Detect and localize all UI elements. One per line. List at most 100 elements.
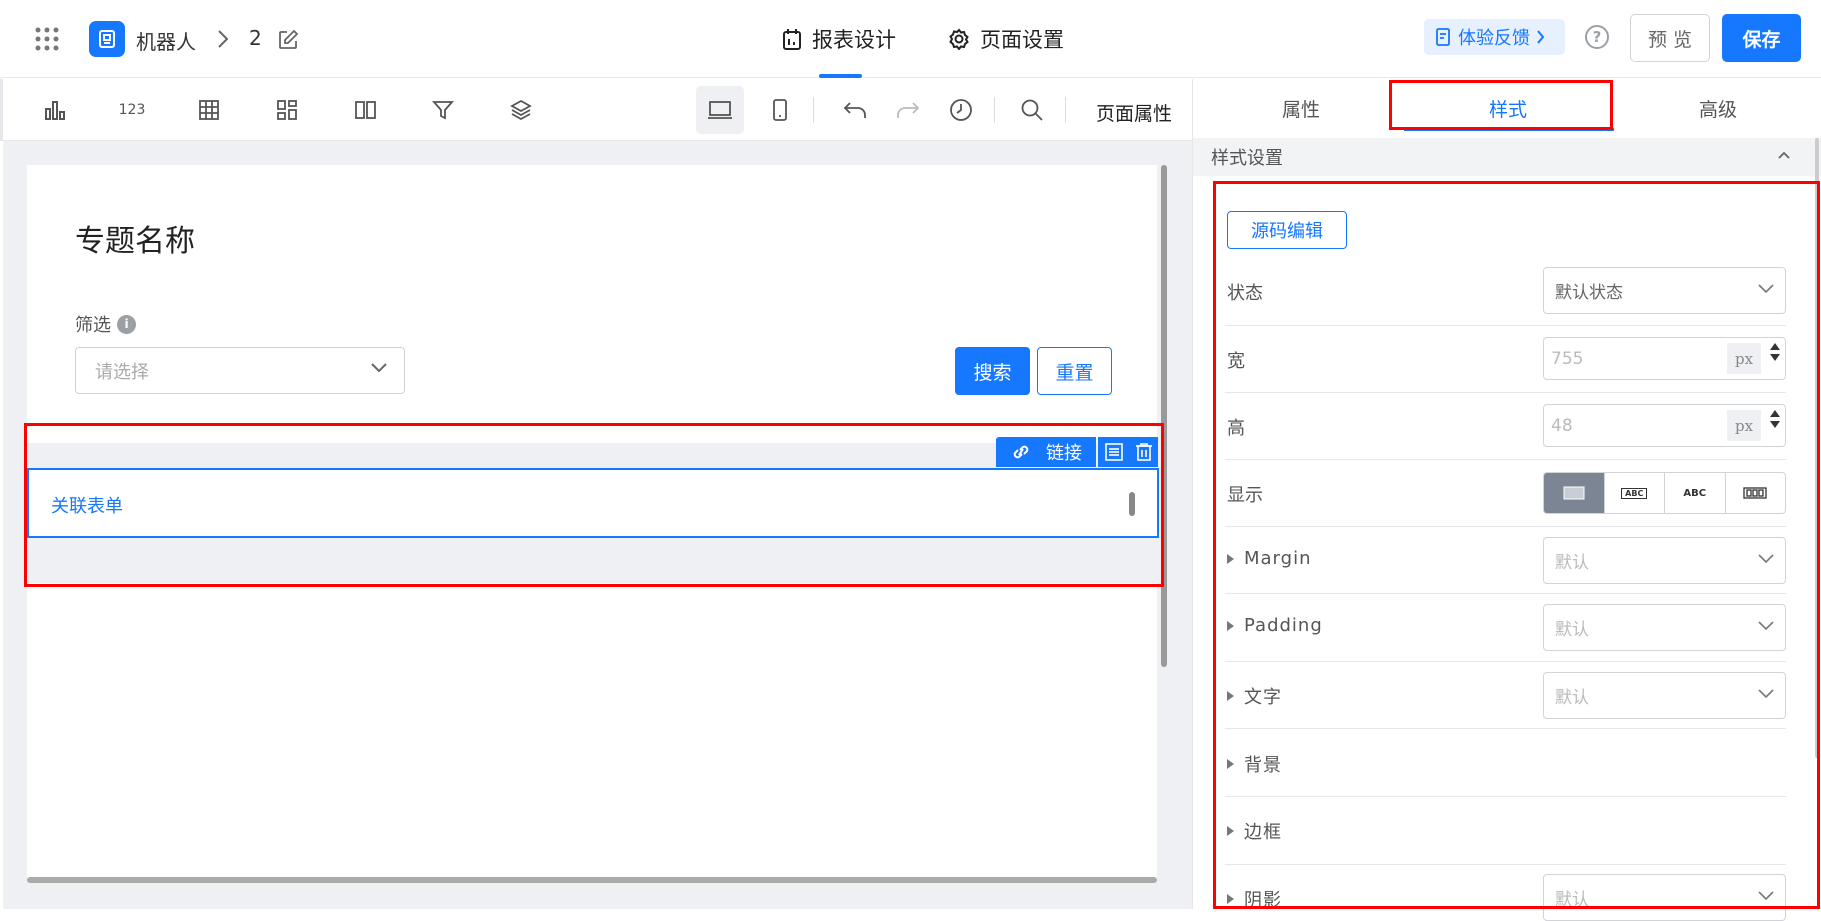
layers-icon[interactable]	[507, 96, 535, 124]
height-unit: px	[1727, 410, 1761, 441]
desktop-icon[interactable]	[706, 96, 734, 124]
tab-style[interactable]: 样式	[1489, 95, 1527, 122]
feedback-label: 体验反馈	[1458, 28, 1530, 49]
tab-report-design-label: 报表设计	[812, 28, 896, 52]
tab-page-settings[interactable]: 页面设置	[948, 24, 1064, 54]
height-input[interactable]: 48 px	[1543, 404, 1786, 447]
row-divider	[1225, 593, 1786, 594]
page-title[interactable]: 专题名称	[75, 216, 195, 260]
style-settings-header[interactable]: 样式设置	[1193, 138, 1821, 176]
row-divider	[1225, 526, 1786, 527]
text-select[interactable]: 默认	[1543, 672, 1786, 719]
row-divider	[1225, 796, 1786, 797]
status-value: 默认状态	[1555, 283, 1623, 303]
selected-component-associated-form[interactable]: 关联表单	[27, 468, 1159, 538]
border-label: 边框	[1244, 822, 1282, 843]
filter-select-placeholder: 请选择	[95, 361, 149, 383]
info-icon[interactable]: i	[117, 314, 136, 334]
shadow-row[interactable]: 阴影	[1227, 886, 1282, 912]
filter-icon[interactable]	[429, 96, 457, 124]
preview-button[interactable]: 预 览	[1630, 14, 1710, 62]
style-settings-title: 样式设置	[1211, 148, 1283, 169]
chevron-down-icon	[1757, 283, 1775, 295]
feedback-button[interactable]: 体验反馈	[1424, 19, 1565, 55]
report-design-icon	[782, 28, 802, 50]
canvas-vertical-scrollbar[interactable]	[1161, 165, 1167, 667]
padding-row[interactable]: Padding	[1227, 615, 1323, 636]
delete-icon[interactable]	[1135, 442, 1153, 462]
reset-button[interactable]: 重置	[1037, 347, 1112, 395]
expand-triangle-icon	[1227, 826, 1234, 836]
width-input[interactable]: 755 px	[1543, 337, 1786, 380]
copy-icon[interactable]	[1104, 442, 1124, 462]
row-divider	[1225, 728, 1786, 729]
search-icon[interactable]	[1018, 96, 1046, 124]
source-code-edit-button[interactable]: 源码编辑	[1227, 211, 1347, 249]
margin-row[interactable]: Margin	[1227, 548, 1311, 569]
tab-properties[interactable]: 属性	[1282, 95, 1320, 122]
filter-label-group: 筛选 i	[75, 311, 136, 337]
margin-select[interactable]: 默认	[1543, 537, 1786, 584]
display-label: 显示	[1227, 485, 1263, 506]
history-icon[interactable]	[947, 96, 975, 124]
text-value: 默认	[1555, 688, 1589, 708]
padding-select[interactable]: 默认	[1543, 604, 1786, 651]
component-toolbar: 链接	[996, 437, 1158, 467]
expand-triangle-icon	[1227, 691, 1234, 701]
bar-chart-icon[interactable]	[41, 96, 69, 124]
redo-icon[interactable]	[894, 96, 922, 124]
row-divider	[1225, 325, 1786, 326]
row-divider	[1225, 661, 1786, 662]
chevron-up-icon	[1777, 150, 1791, 160]
mobile-icon[interactable]	[766, 96, 794, 124]
link-label: 链接	[1046, 443, 1082, 464]
shadow-select[interactable]: 默认	[1543, 874, 1786, 921]
filter-label: 筛选	[75, 315, 111, 336]
link-button[interactable]: 链接	[996, 437, 1096, 467]
edit-icon[interactable]	[277, 29, 299, 51]
height-stepper[interactable]	[1770, 410, 1780, 428]
apps-grid-icon[interactable]	[35, 27, 59, 51]
app-logo-icon	[89, 21, 125, 57]
display-inline-block-option[interactable]: ABC	[1603, 473, 1665, 513]
save-button[interactable]: 保存	[1722, 14, 1801, 62]
number-icon[interactable]: 123	[118, 96, 146, 124]
breadcrumb-chevron-icon	[217, 30, 229, 48]
width-stepper[interactable]	[1770, 343, 1780, 361]
padding-value: 默认	[1555, 620, 1589, 640]
active-tab-indicator	[819, 74, 862, 78]
height-value: 48	[1551, 415, 1573, 436]
canvas-horizontal-scrollbar[interactable]	[27, 877, 1157, 883]
row-divider	[1225, 392, 1786, 393]
undo-icon[interactable]	[841, 96, 869, 124]
display-inline-option[interactable]: ABC	[1664, 473, 1725, 513]
width-label: 宽	[1227, 351, 1245, 372]
resize-handle[interactable]	[1129, 492, 1135, 516]
gear-icon	[948, 28, 970, 50]
border-row[interactable]: 边框	[1227, 818, 1282, 844]
row-divider	[1225, 864, 1786, 865]
table-icon[interactable]	[195, 96, 223, 124]
display-flex-option[interactable]	[1724, 473, 1786, 513]
row-divider	[1225, 459, 1786, 460]
display-block-option[interactable]	[1544, 473, 1604, 513]
filter-select[interactable]: 请选择	[75, 347, 405, 394]
width-unit: px	[1727, 343, 1761, 374]
page-properties-button[interactable]: 页面属性	[1096, 99, 1172, 126]
margin-value: 默认	[1555, 553, 1589, 573]
grid-icon[interactable]	[273, 96, 301, 124]
chevron-down-icon	[1757, 620, 1775, 632]
text-label: 文字	[1244, 687, 1282, 708]
link-icon	[1010, 442, 1032, 462]
text-row[interactable]: 文字	[1227, 683, 1282, 709]
help-icon[interactable]: ?	[1585, 25, 1609, 49]
background-row[interactable]: 背景	[1227, 751, 1282, 777]
status-select[interactable]: 默认状态	[1543, 267, 1786, 314]
tab-report-design[interactable]: 报表设计	[782, 24, 896, 54]
search-button[interactable]: 搜索	[955, 347, 1030, 395]
tab-advanced[interactable]: 高级	[1699, 95, 1737, 122]
top-header: 机器人 2 报表设计 页面设置 体验反馈 ? 预 览 保存	[0, 0, 1821, 78]
columns-icon[interactable]	[351, 96, 379, 124]
app-name[interactable]: 机器人	[136, 26, 196, 55]
panel-scrollbar[interactable]	[1815, 138, 1819, 758]
